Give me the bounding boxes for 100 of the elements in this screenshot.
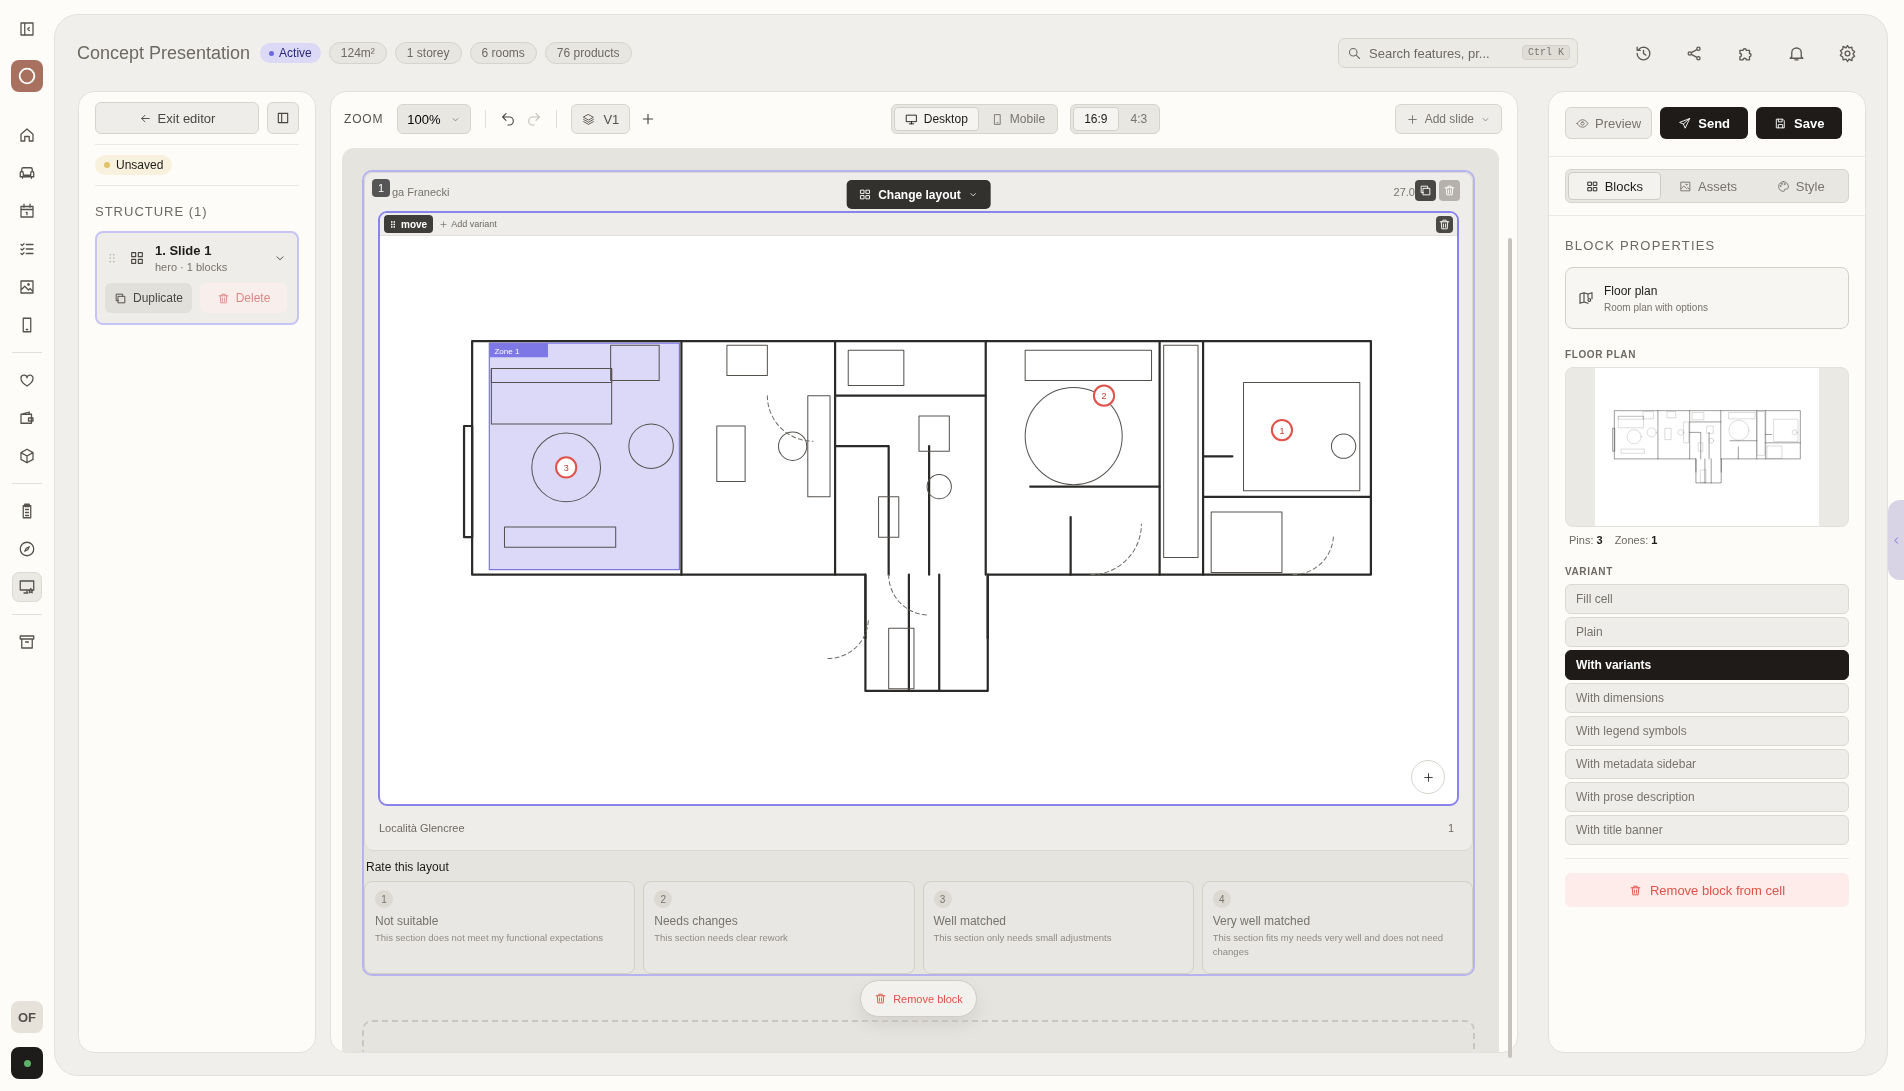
- nav-button[interactable]: [12, 572, 42, 602]
- plus-icon: [439, 219, 449, 229]
- preview-button[interactable]: Preview: [1565, 107, 1653, 139]
- slide-card[interactable]: 1. Slide 1 hero · 1 blocks Duplicate Delete: [95, 231, 299, 325]
- variant-option[interactable]: Plain: [1565, 617, 1849, 647]
- undo-icon[interactable]: [500, 111, 517, 127]
- send-button[interactable]: Send: [1660, 107, 1749, 139]
- add-slide-button[interactable]: Add slide: [1394, 104, 1502, 134]
- checklist-icon: [18, 240, 36, 258]
- wallet-icon: [18, 409, 36, 427]
- variant-option[interactable]: With title banner: [1565, 815, 1849, 845]
- block-title: Floor plan: [1604, 283, 1658, 298]
- block-type-card[interactable]: Floor plan Room plan with options: [1565, 267, 1849, 329]
- grid-icon: [129, 250, 145, 266]
- home-icon: [18, 126, 36, 144]
- add-variant-link[interactable]: Add variant: [439, 219, 497, 229]
- plus-icon: [1421, 770, 1435, 784]
- move-handle[interactable]: move: [384, 215, 434, 233]
- rating-option[interactable]: 3 Well matched This section only needs small adjustments: [922, 881, 1194, 974]
- drag-handle-icon: [388, 219, 398, 229]
- user-avatar[interactable]: OF: [11, 1001, 43, 1033]
- unsaved-badge: Unsaved: [95, 155, 173, 175]
- pins-count: Pins: 3: [1569, 534, 1603, 546]
- status-badge: Active: [260, 43, 321, 63]
- change-layout-button[interactable]: Change layout: [846, 180, 991, 209]
- rating-option[interactable]: 2 Needs changes This section needs clear rework: [643, 881, 915, 974]
- image-icon: [18, 278, 36, 296]
- panel-tab[interactable]: Assets: [1662, 172, 1754, 200]
- copy-slide-button[interactable]: [1415, 180, 1436, 201]
- zones-count: Zones: 1: [1614, 534, 1658, 546]
- settings-icon[interactable]: [1838, 43, 1857, 63]
- pin-marker[interactable]: 3: [554, 456, 577, 479]
- info-chip: 124m²: [328, 42, 387, 64]
- pin-marker[interactable]: 2: [1092, 384, 1115, 407]
- remove-block-button[interactable]: Remove block: [860, 980, 977, 1017]
- panel-tab[interactable]: Blocks: [1568, 172, 1661, 200]
- archive-icon: [18, 633, 36, 651]
- project-title: Concept Presentation: [77, 42, 251, 64]
- aspect-ratio-toggle[interactable]: 16:9: [1073, 107, 1119, 131]
- map-icon: [1578, 290, 1594, 306]
- pin-marker[interactable]: 1: [1270, 418, 1293, 442]
- copy-icon: [114, 291, 127, 305]
- share-icon[interactable]: [1685, 43, 1704, 63]
- app-logo[interactable]: [11, 60, 43, 92]
- calendar-icon: [18, 202, 36, 220]
- info-chip: 1 storey: [394, 42, 462, 64]
- thumbnail-frame[interactable]: [1565, 367, 1849, 527]
- cube-icon: [18, 447, 36, 465]
- heart-icon: [18, 371, 36, 389]
- status-button[interactable]: [11, 1047, 43, 1079]
- sidebar-toggle-icon[interactable]: [18, 20, 36, 38]
- variant-option[interactable]: With metadata sidebar: [1565, 749, 1849, 779]
- aspect-ratio-toggle[interactable]: 4:3: [1120, 107, 1158, 131]
- block-subtitle: Room plan with options: [1604, 301, 1708, 313]
- panel-tab[interactable]: Style: [1755, 172, 1846, 200]
- save-button[interactable]: Save: [1756, 107, 1843, 139]
- device-toggle[interactable]: Desktop: [893, 107, 979, 131]
- info-chip: 76 products: [544, 42, 632, 64]
- device-toggle[interactable]: Mobile: [980, 107, 1056, 131]
- eye-icon: [1576, 116, 1589, 130]
- variant-option[interactable]: With prose description: [1565, 782, 1849, 812]
- field-label: VARIANT: [1565, 566, 1614, 577]
- version-button[interactable]: V1: [571, 104, 631, 134]
- sofa-icon: [18, 164, 36, 182]
- page-number: 1: [1447, 822, 1454, 834]
- variant-option[interactable]: With variants: [1565, 650, 1849, 680]
- slide-date: 27.0: [1393, 186, 1415, 198]
- sidebar-icon: [275, 110, 291, 126]
- info-chip: 6 rooms: [469, 42, 537, 64]
- rating-heading: Rate this layout: [366, 860, 450, 874]
- trash-icon: [1443, 184, 1456, 197]
- structure-heading: STRUCTURE (1): [95, 204, 208, 219]
- monitor-icon: [904, 112, 918, 126]
- field-label: FLOOR PLAN: [1565, 349, 1637, 360]
- author-name: ga Franecki: [392, 186, 450, 198]
- rating-option[interactable]: 4 Very well matched This section fits my needs very well and does not need changes: [1201, 881, 1473, 974]
- ring-icon: [16, 65, 38, 87]
- history-icon[interactable]: [1634, 43, 1653, 63]
- zone-label: Zone 1: [488, 343, 548, 358]
- delete-block-button[interactable]: [1436, 215, 1453, 233]
- exit-editor-button[interactable]: Exit editor: [95, 102, 259, 134]
- remove-block-from-cell-button[interactable]: Remove block from cell: [1565, 873, 1849, 907]
- layers-icon: [582, 112, 596, 126]
- rating-option[interactable]: 1 Not suitable This section does not meet my functional expectations: [364, 881, 636, 974]
- copy-icon: [1419, 184, 1432, 197]
- variant-option[interactable]: Fill cell: [1565, 584, 1849, 614]
- location-text: Località Glencree: [379, 822, 465, 834]
- zoom-label: ZOOM: [344, 112, 384, 126]
- panel-toggle-button[interactable]: [267, 102, 299, 134]
- grid-icon: [858, 188, 872, 201]
- duplicate-button[interactable]: Duplicate: [105, 283, 193, 313]
- compass-icon: [18, 540, 36, 558]
- trash-icon: [216, 291, 230, 305]
- zoom-dropdown[interactable]: 100%: [397, 104, 472, 134]
- variant-option[interactable]: With legend symbols: [1565, 716, 1849, 746]
- save-icon: [1774, 116, 1788, 130]
- zone-highlight[interactable]: [488, 342, 680, 571]
- variant-option[interactable]: With dimensions: [1565, 683, 1849, 713]
- plus-icon: [1405, 112, 1419, 126]
- section-heading: BLOCK PROPERTIES: [1565, 238, 1717, 253]
